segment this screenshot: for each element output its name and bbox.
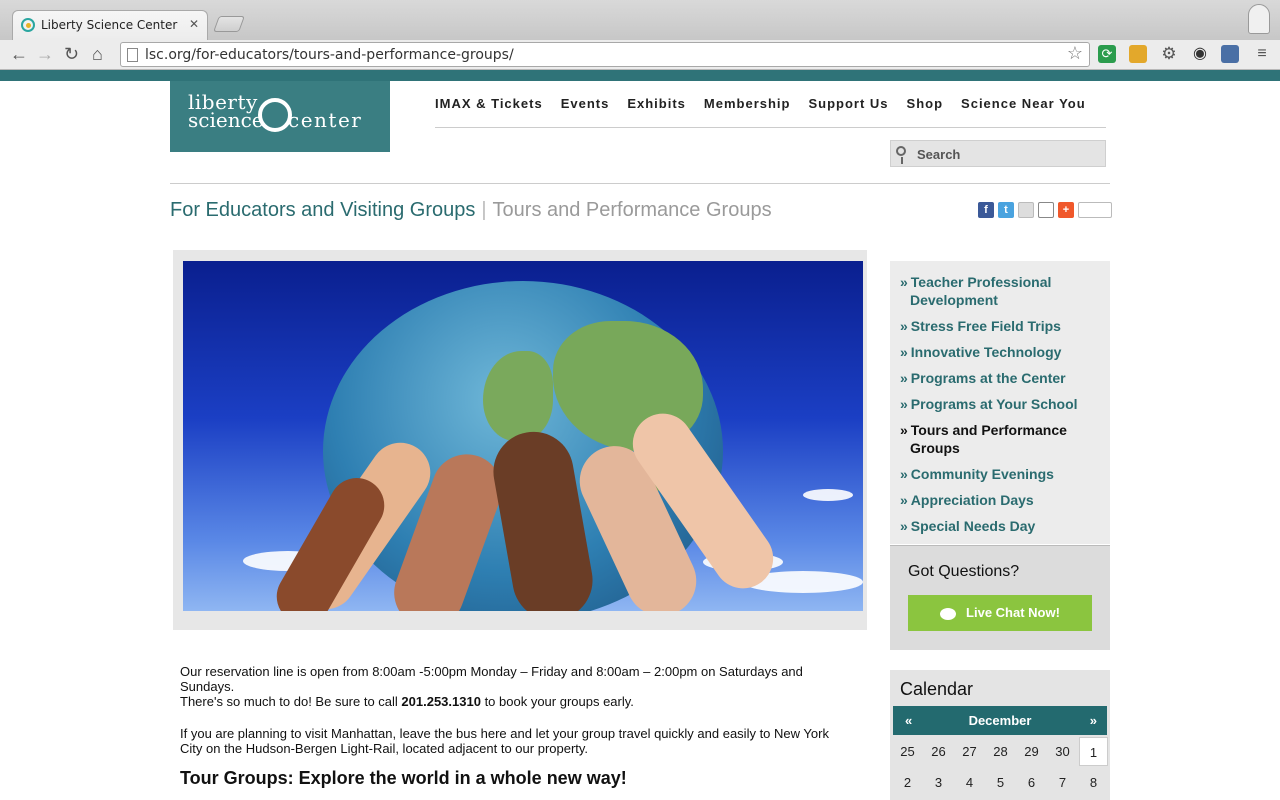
nav-exhibits[interactable]: Exhibits bbox=[627, 96, 686, 111]
page-title-main[interactable]: For Educators and Visiting Groups bbox=[170, 199, 475, 221]
twitter-icon[interactable]: t bbox=[998, 202, 1014, 218]
share-bar: f t + bbox=[978, 202, 1112, 218]
call-text-b: to book your groups early. bbox=[480, 694, 634, 709]
main-content: Our reservation line is open from 8:00am… bbox=[180, 664, 850, 788]
questions-box: Got Questions? Live Chat Now! bbox=[890, 545, 1110, 650]
reload-icon[interactable]: ↻ bbox=[64, 44, 79, 64]
sidebar-item-field-trips[interactable]: » Stress Free Field Trips bbox=[900, 317, 1100, 335]
home-icon[interactable]: ⌂ bbox=[92, 44, 103, 64]
hero-image bbox=[183, 261, 863, 611]
sidebar-item-tours[interactable]: » Tours and Performance Groups bbox=[900, 421, 1100, 457]
profile-icon[interactable] bbox=[1248, 4, 1270, 34]
calendar-day[interactable]: 1 bbox=[1079, 737, 1108, 766]
logo-word-center: center bbox=[288, 108, 363, 132]
tour-groups-heading: Tour Groups: Explore the world in a whol… bbox=[180, 768, 627, 788]
page-icon bbox=[127, 48, 138, 62]
calendar-day[interactable]: 6 bbox=[1017, 768, 1046, 797]
menu-icon[interactable]: ≡ bbox=[1253, 45, 1271, 63]
tab-title: Liberty Science Center bbox=[41, 18, 178, 32]
extension-refresh-icon[interactable]: ⟳ bbox=[1098, 45, 1116, 63]
reservation-hours-text: Our reservation line is open from 8:00am… bbox=[180, 664, 803, 694]
main-nav: IMAX & Tickets Events Exhibits Membershi… bbox=[435, 96, 1104, 111]
chat-bubble-icon bbox=[940, 607, 957, 620]
sidebar-item-special-needs[interactable]: » Special Needs Day bbox=[900, 517, 1100, 535]
calendar-day[interactable]: 30 bbox=[1048, 737, 1077, 766]
calendar-day[interactable]: 4 bbox=[955, 768, 984, 797]
forward-icon[interactable]: → bbox=[36, 44, 54, 64]
extension-circle-icon[interactable]: ◉ bbox=[1191, 45, 1209, 63]
browser-tab[interactable]: Liberty Science Center ✕ bbox=[12, 10, 208, 40]
sidebar-item-teacher-pd[interactable]: » Teacher Professional Development bbox=[900, 273, 1100, 309]
url-text: lsc.org/for-educators/tours-and-performa… bbox=[145, 47, 514, 63]
calendar-next-button[interactable]: » bbox=[1090, 713, 1097, 728]
nav-science-near-you[interactable]: Science Near You bbox=[961, 96, 1086, 111]
calendar-day[interactable]: 7 bbox=[1048, 768, 1077, 797]
site-top-band bbox=[0, 70, 1280, 81]
print-icon[interactable] bbox=[1038, 202, 1054, 218]
nav-divider bbox=[435, 127, 1106, 128]
logo-word-science: science bbox=[188, 108, 264, 132]
calendar-grid: 25 26 27 28 29 30 1 2 3 4 5 6 7 8 bbox=[893, 737, 1108, 797]
site-logo[interactable]: liberty science center bbox=[170, 81, 390, 152]
search-placeholder: Search bbox=[917, 147, 961, 162]
calendar-day[interactable]: 29 bbox=[1017, 737, 1046, 766]
nav-shop[interactable]: Shop bbox=[907, 96, 944, 111]
calendar-day[interactable]: 5 bbox=[986, 768, 1015, 797]
logo-swirl-icon bbox=[258, 98, 292, 132]
page-title-sub: Tours and Performance Groups bbox=[492, 199, 772, 221]
page-title: For Educators and Visiting Groups | Tours … bbox=[170, 199, 772, 222]
calendar-day[interactable]: 25 bbox=[893, 737, 922, 766]
addthis-plus-icon[interactable]: + bbox=[1058, 202, 1074, 218]
sidebar-item-innovative-tech[interactable]: » Innovative Technology bbox=[900, 343, 1100, 361]
extension-camera-icon[interactable] bbox=[1221, 45, 1239, 63]
header-divider bbox=[170, 183, 1110, 184]
sidebar-item-programs-school[interactable]: » Programs at Your School bbox=[900, 395, 1100, 413]
nav-events[interactable]: Events bbox=[561, 96, 610, 111]
calendar-day[interactable]: 27 bbox=[955, 737, 984, 766]
manhattan-text: If you are planning to visit Manhattan, … bbox=[180, 726, 829, 756]
questions-title: Got Questions? bbox=[908, 563, 1020, 580]
tab-close-icon[interactable]: ✕ bbox=[189, 17, 199, 31]
calendar-month: December bbox=[968, 713, 1032, 728]
browser-toolbar: ← → ↻ ⌂ lsc.org/for-educators/tours-and-… bbox=[0, 40, 1280, 70]
calendar-widget: Calendar December « » 25 26 27 28 29 30 1 2 3 4 5 6… bbox=[890, 670, 1110, 800]
extension-folder-icon[interactable] bbox=[1129, 45, 1147, 63]
calendar-day[interactable]: 28 bbox=[986, 737, 1015, 766]
nav-membership[interactable]: Membership bbox=[704, 96, 791, 111]
calendar-header: December « » bbox=[893, 706, 1107, 735]
site-favicon-icon bbox=[21, 18, 35, 32]
calendar-day[interactable]: 2 bbox=[893, 768, 922, 797]
sidebar-item-programs-center[interactable]: » Programs at the Center bbox=[900, 369, 1100, 387]
live-chat-label: Live Chat Now! bbox=[966, 605, 1060, 620]
new-tab-button[interactable] bbox=[213, 16, 245, 32]
nav-support-us[interactable]: Support Us bbox=[808, 96, 888, 111]
calendar-day[interactable]: 26 bbox=[924, 737, 953, 766]
calendar-title: Calendar bbox=[900, 679, 974, 699]
facebook-icon[interactable]: f bbox=[978, 202, 994, 218]
live-chat-button[interactable]: Live Chat Now! bbox=[908, 595, 1092, 631]
phone-number: 201.253.1310 bbox=[401, 694, 481, 709]
sidebar-item-appreciation-days[interactable]: » Appreciation Days bbox=[900, 491, 1100, 509]
nav-imax-tickets[interactable]: IMAX & Tickets bbox=[435, 96, 543, 111]
address-bar[interactable]: lsc.org/for-educators/tours-and-performa… bbox=[120, 42, 1090, 67]
search-input[interactable]: Search bbox=[890, 140, 1106, 167]
browser-tab-bar: Liberty Science Center ✕ bbox=[0, 0, 1280, 40]
share-count bbox=[1078, 202, 1112, 218]
email-icon[interactable] bbox=[1018, 202, 1034, 218]
search-icon bbox=[896, 146, 906, 164]
back-icon[interactable]: ← bbox=[10, 44, 28, 64]
calendar-day[interactable]: 8 bbox=[1079, 768, 1108, 797]
bookmark-star-icon[interactable]: ☆ bbox=[1067, 43, 1083, 64]
sidebar-item-community-evenings[interactable]: » Community Evenings bbox=[900, 465, 1100, 483]
call-text-a: There's so much to do! Be sure to call bbox=[180, 694, 402, 709]
sidebar-menu: » Teacher Professional Development » Stres… bbox=[890, 261, 1110, 544]
calendar-prev-button[interactable]: « bbox=[905, 713, 912, 728]
settings-gear-icon[interactable]: ⚙ bbox=[1160, 45, 1178, 63]
calendar-day[interactable]: 3 bbox=[924, 768, 953, 797]
title-separator: | bbox=[481, 199, 487, 221]
